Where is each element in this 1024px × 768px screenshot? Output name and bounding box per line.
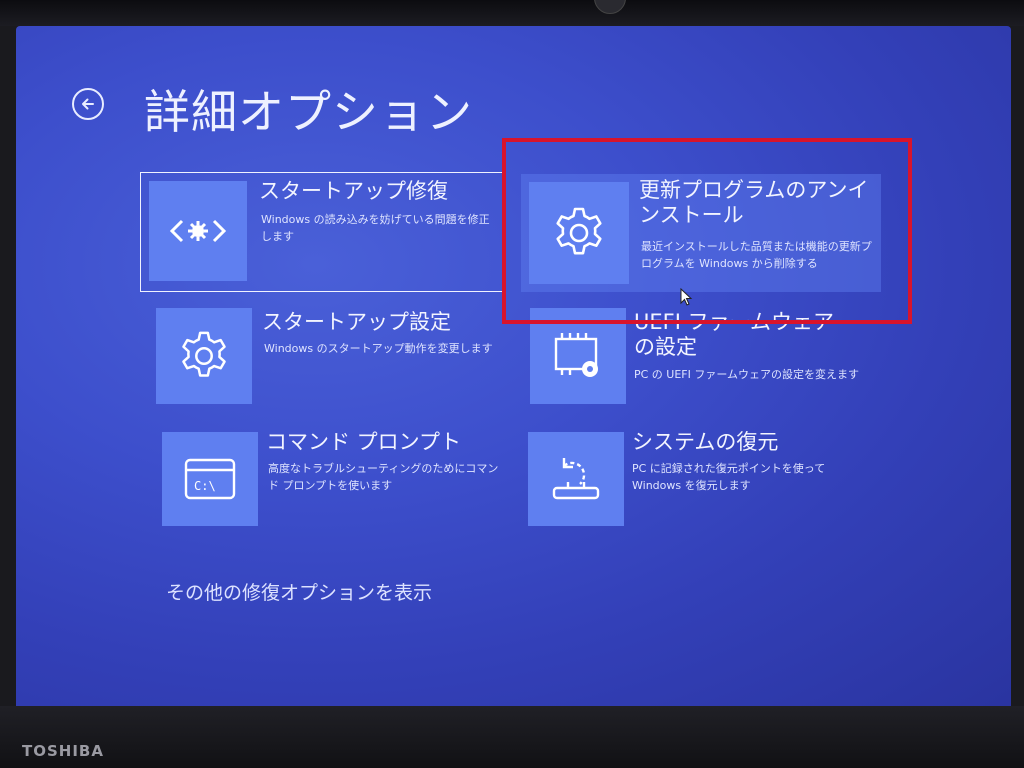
tile-description: PC の UEFI ファームウェアの設定を変えます (634, 368, 860, 381)
tile-title: システムの復元 (632, 430, 779, 454)
webcam-icon (594, 0, 626, 14)
tile-title: スタートアップ修復 (259, 179, 448, 203)
startup-repair-icon (170, 219, 226, 243)
recovery-screen: 詳細オプション スタートアップ修復 Windows の読み込みを妨げている問題を… (16, 26, 1011, 706)
tile-title: スタートアップ設定 (262, 310, 451, 334)
tile-description: 高度なトラブルシューティングのためにコマンド プロンプトを使います (268, 462, 499, 492)
command-prompt-icon-box: C:\ (162, 432, 258, 526)
startup-settings-icon-box (156, 308, 252, 404)
system-restore-icon-box (528, 432, 624, 526)
red-highlight-annotation (502, 138, 912, 324)
tile-description: Windows の読み込みを妨げている問題を修正します (261, 213, 490, 243)
arrow-left-icon (82, 98, 94, 110)
terminal-icon: C:\ (184, 458, 236, 500)
tile-title: コマンド プロンプト (266, 430, 462, 454)
monitor-bezel-bottom: TOSHIBA (0, 706, 1024, 768)
svg-text:C:\: C:\ (194, 479, 216, 493)
command-prompt-tile[interactable]: C:\ コマンド プロンプト 高度なトラブルシューティングのためにコマンド プロ… (162, 430, 512, 532)
system-restore-tile[interactable]: システムの復元 PC に記録された復元ポイントを使って Windows を復元し… (528, 430, 878, 532)
startup-repair-tile[interactable]: スタートアップ修復 Windows の読み込みを妨げている問題を修正します (140, 172, 506, 292)
page-title: 詳細オプション (144, 85, 473, 139)
restore-icon (552, 458, 600, 500)
brand-logo: TOSHIBA (22, 742, 104, 760)
gear-icon (182, 331, 226, 377)
startup-repair-icon-box (149, 181, 247, 281)
startup-settings-tile[interactable]: スタートアップ設定 Windows のスタートアップ動作を変更します (156, 308, 506, 408)
more-repair-options-link[interactable]: その他の修復オプションを表示 (166, 578, 432, 605)
tile-description: PC に記録された復元ポイントを使って Windows を復元します (632, 462, 826, 492)
back-button[interactable] (72, 88, 104, 120)
chip-gear-icon (554, 333, 598, 377)
mouse-cursor-icon (680, 288, 693, 306)
tile-description: Windows のスタートアップ動作を変更します (264, 342, 493, 355)
monitor-bezel-top (0, 0, 1024, 26)
